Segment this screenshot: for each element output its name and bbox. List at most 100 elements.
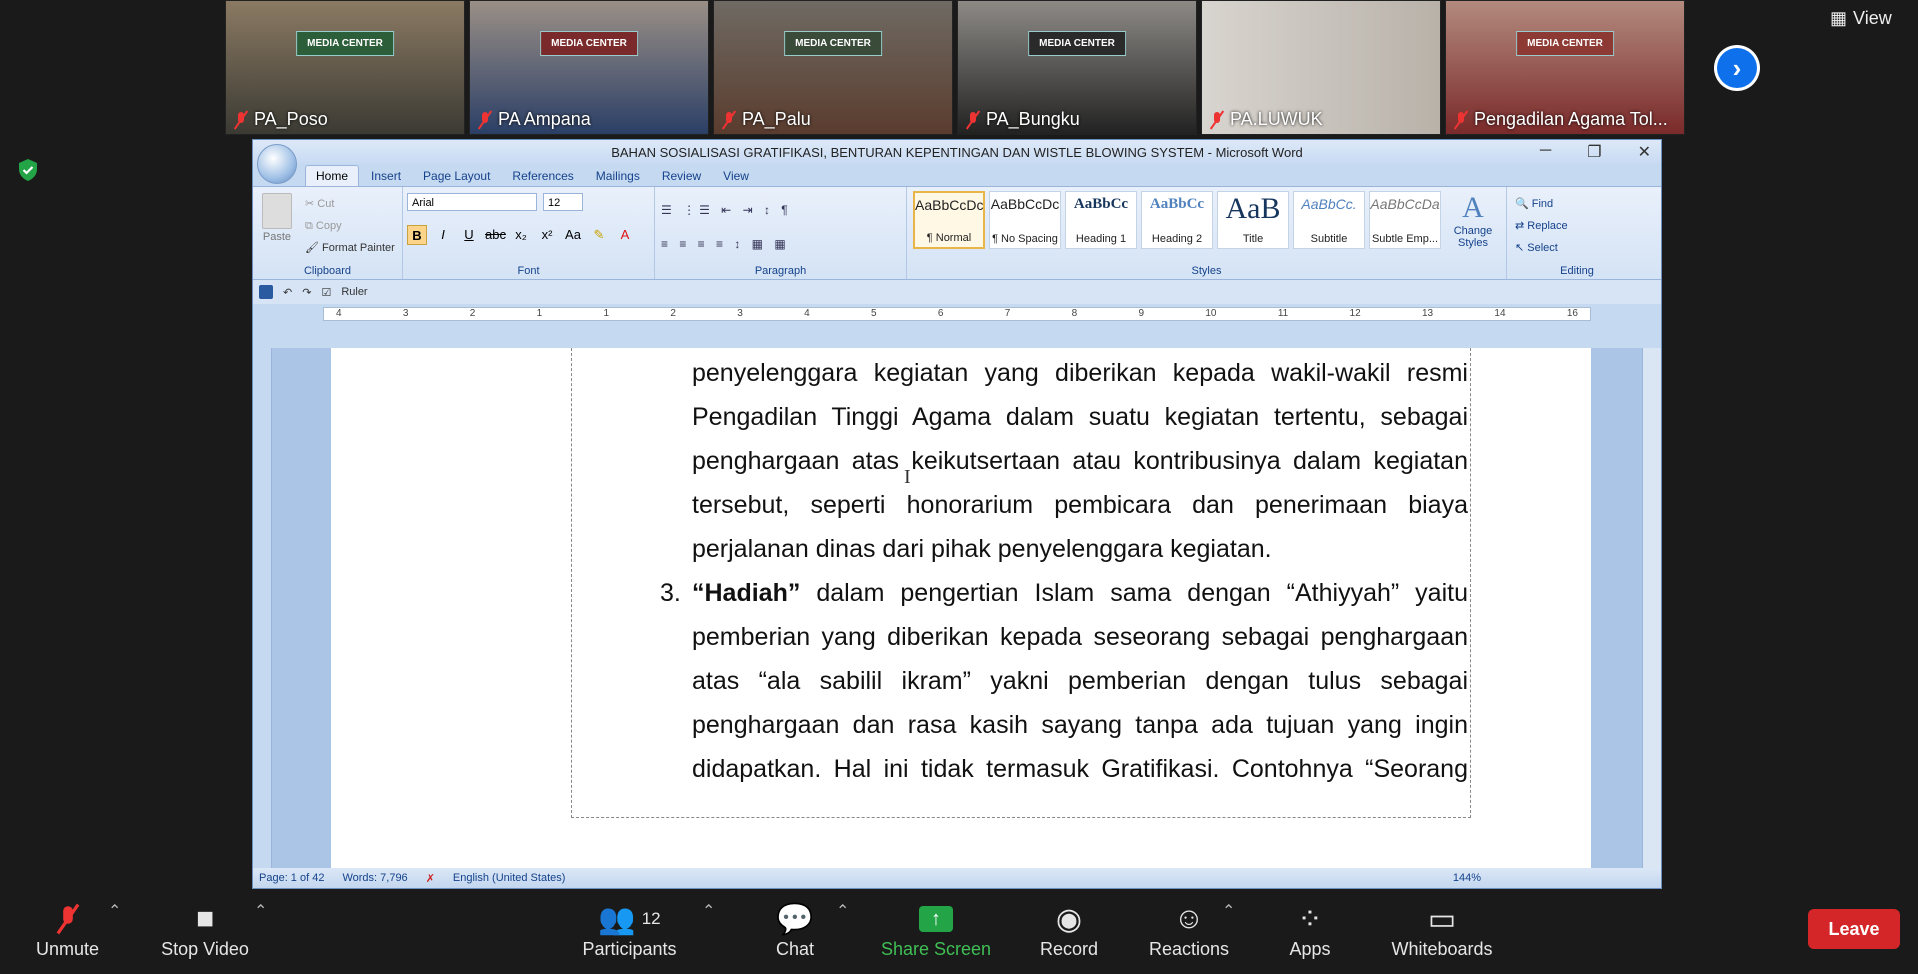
participant-tile[interactable]: MEDIA CENTER PA_Bungku: [957, 0, 1197, 135]
change-case-button[interactable]: Aa: [563, 225, 583, 245]
select-button[interactable]: ↖ Select: [1515, 237, 1568, 259]
replace-button[interactable]: ⇄ Replace: [1515, 215, 1568, 237]
horizontal-ruler[interactable]: 4 3 2 1 1 2 3 4 5 6 7 8 9 10 11 12 13 14 16: [253, 304, 1661, 324]
encryption-shield-icon[interactable]: [16, 158, 40, 182]
change-styles-button[interactable]: A Change Styles: [1446, 191, 1500, 249]
style-subtitle[interactable]: AaBbCc. Subtitle: [1293, 191, 1365, 249]
style-subtle-emphasis[interactable]: AaBbCcDa Subtle Emp...: [1369, 191, 1441, 249]
font-size-select[interactable]: 12: [543, 193, 583, 211]
record-button[interactable]: ◉ Record: [1030, 899, 1108, 960]
font-name-select[interactable]: Arial: [407, 193, 537, 211]
next-page-button[interactable]: ›: [1714, 45, 1760, 91]
superscript-button[interactable]: x²: [537, 225, 557, 245]
proofing-icon[interactable]: ✗: [426, 872, 435, 885]
mic-muted-icon: [722, 111, 736, 129]
ruler-tick: 16: [1566, 308, 1578, 319]
restore-icon[interactable]: ❐: [1587, 142, 1601, 162]
chevron-up-icon[interactable]: ⌃: [836, 901, 849, 921]
share-screen-button[interactable]: ↑ Share Screen: [876, 899, 996, 960]
group-label: Font: [517, 265, 540, 277]
ruler-tick: 6: [937, 308, 944, 319]
tab-references[interactable]: References: [502, 166, 583, 186]
apps-grid-icon: ⁘: [1297, 902, 1323, 936]
save-icon[interactable]: [259, 285, 273, 299]
participants-count: 12: [641, 909, 661, 928]
strikethrough-button[interactable]: abc: [485, 225, 506, 245]
stop-video-button[interactable]: ■ Stop Video: [150, 899, 260, 960]
copy-button[interactable]: ⧉ Copy: [305, 215, 395, 237]
style-normal[interactable]: AaBbCcDc ¶ Normal: [913, 191, 985, 249]
unmute-button[interactable]: Unmute: [20, 899, 115, 960]
participant-banner: MEDIA CENTER: [296, 31, 394, 56]
leave-button[interactable]: Leave: [1808, 909, 1900, 949]
tab-page-layout[interactable]: Page Layout: [413, 166, 500, 186]
reactions-button[interactable]: ☺ Reactions: [1144, 899, 1234, 960]
apps-button[interactable]: ⁘ Apps: [1280, 899, 1340, 960]
page-count[interactable]: Page: 1 of 42: [259, 872, 324, 884]
find-button[interactable]: 🔍 Find: [1515, 193, 1568, 215]
tab-view[interactable]: View: [713, 166, 759, 186]
chat-button[interactable]: 💬 Chat: [760, 899, 830, 960]
bold-button[interactable]: B: [407, 225, 427, 245]
office-button[interactable]: [257, 144, 297, 184]
mic-muted-icon: [1454, 111, 1468, 129]
participant-name: PA.LUWUK: [1230, 109, 1323, 129]
mic-muted-icon: [478, 111, 492, 129]
ruler-tick: 1: [603, 308, 610, 319]
participant-tile[interactable]: MEDIA CENTER PA_Poso: [225, 0, 465, 135]
style-heading-1[interactable]: AaBbCc Heading 1: [1065, 191, 1137, 249]
chevron-right-icon: ›: [1717, 48, 1757, 88]
style-no-spacing[interactable]: AaBbCcDc ¶ No Spacing: [989, 191, 1061, 249]
style-heading-2[interactable]: AaBbCc Heading 2: [1141, 191, 1213, 249]
paragraph-text[interactable]: “Hadiah” dalam pengertian Islam sama den…: [692, 571, 1468, 791]
language[interactable]: English (United States): [453, 872, 566, 884]
vertical-scrollbar[interactable]: [1642, 348, 1661, 868]
tab-review[interactable]: Review: [652, 166, 711, 186]
tab-mailings[interactable]: Mailings: [586, 166, 650, 186]
cut-button[interactable]: ✂ Cut: [305, 193, 395, 215]
text-box[interactable]: penyelenggara kegiatan yang diberikan ke…: [571, 348, 1471, 818]
participant-banner: MEDIA CENTER: [784, 31, 882, 56]
font-color-button[interactable]: A: [615, 225, 635, 245]
subscript-button[interactable]: x₂: [511, 225, 531, 245]
participants-button[interactable]: 👥 12 Participants: [572, 899, 687, 960]
tab-home[interactable]: Home: [305, 165, 360, 186]
mic-muted-icon: [234, 111, 248, 129]
group-label: Styles: [1191, 265, 1222, 277]
minimize-icon[interactable]: ─: [1540, 142, 1551, 162]
change-styles-icon: A: [1462, 191, 1484, 224]
chevron-up-icon[interactable]: ⌃: [702, 901, 715, 921]
participant-tile[interactable]: PA.LUWUK: [1201, 0, 1441, 135]
whiteboards-button[interactable]: ▭ Whiteboards: [1386, 899, 1498, 960]
close-icon[interactable]: ✕: [1638, 142, 1651, 162]
highlight-button[interactable]: ✎: [589, 225, 609, 245]
mic-muted-icon: [20, 899, 115, 939]
mic-muted-icon: [966, 111, 980, 129]
ruler-tick: 4: [804, 308, 810, 319]
paste-button[interactable]: Paste: [259, 193, 295, 251]
ruler-tick: 12: [1349, 308, 1361, 319]
ruler-checkbox[interactable]: ☑: [321, 286, 331, 299]
chevron-up-icon[interactable]: ⌃: [254, 901, 267, 921]
document-page[interactable]: penyelenggara kegiatan yang diberikan ke…: [331, 348, 1591, 868]
view-button[interactable]: ▦ View: [1830, 8, 1892, 29]
redo-icon[interactable]: ↷: [302, 286, 311, 299]
word-count[interactable]: Words: 7,796: [342, 872, 407, 884]
underline-button[interactable]: U: [459, 225, 479, 245]
chevron-up-icon[interactable]: ⌃: [108, 901, 121, 921]
format-painter-button[interactable]: 🖌 Format Painter: [305, 237, 395, 259]
paragraph-text[interactable]: penyelenggara kegiatan yang diberikan ke…: [692, 351, 1468, 571]
paragraph-buttons[interactable]: ☰ ⋮☰ ⇤ ⇥ ↕ ¶ ≡ ≡ ≡ ≡ ↕ ▦ ▦: [661, 193, 901, 261]
participant-tile[interactable]: MEDIA CENTER PA Ampana: [469, 0, 709, 135]
style-title[interactable]: AaB Title: [1217, 191, 1289, 249]
chevron-up-icon[interactable]: ⌃: [1222, 901, 1235, 921]
tab-insert[interactable]: Insert: [361, 166, 411, 186]
italic-button[interactable]: I: [433, 225, 453, 245]
undo-icon[interactable]: ↶: [283, 286, 292, 299]
ruler-tick: 13: [1421, 308, 1434, 319]
participant-name: PA_Palu: [742, 109, 811, 129]
zoom-level[interactable]: 144%: [1453, 872, 1481, 884]
meeting-toolbar: Unmute ⌃ ■ Stop Video ⌃ 👥 12 Participants…: [0, 889, 1918, 974]
participant-tile[interactable]: MEDIA CENTER Pengadilan Agama Tol...: [1445, 0, 1685, 135]
participant-tile[interactable]: MEDIA CENTER PA_Palu: [713, 0, 953, 135]
